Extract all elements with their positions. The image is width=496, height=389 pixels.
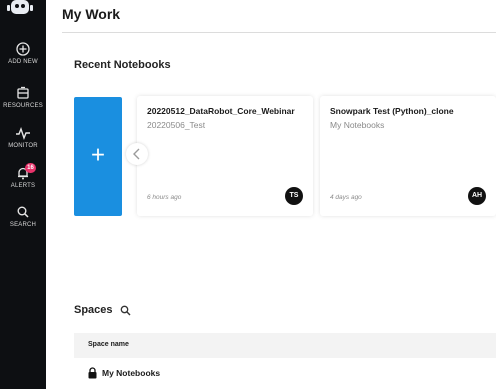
sidebar-item-label: ALERTS [10,183,36,189]
sidebar-item-label: ADD NEW [8,59,38,65]
alerts-count-badge: 16 [25,163,36,173]
table-row[interactable]: My Notebooks [74,362,496,387]
plus-circle-icon [16,42,30,56]
notebook-space: 20220506_Test [147,120,206,130]
resources-icon [17,86,29,99]
space-name: My Notebooks [102,368,161,378]
sidebar-item-label: SEARCH [9,222,37,228]
sidebar-item-add-new[interactable]: ADD NEW [0,42,46,65]
spaces-heading: Spaces [74,304,113,316]
divider [62,32,496,33]
notebook-card[interactable]: Snowpark Test (Python)_clone My Notebook… [320,96,496,216]
notebook-updated-time: 4 days ago [330,194,362,201]
notebook-updated-time: 6 hours ago [147,194,182,201]
sidebar-item-label: MONITOR [8,143,38,149]
search-icon [17,206,29,218]
pulse-icon [16,126,30,140]
sidebar-item-monitor[interactable]: MONITOR [0,126,46,149]
column-header-space-name[interactable]: Space name [88,341,129,348]
new-notebook-button[interactable]: + [74,97,122,216]
sidebar-item-alerts[interactable]: 16 ALERTS [0,163,46,189]
notebook-card[interactable]: 20220512_DataRobot_Core_Webinar 20220506… [137,96,313,216]
chevron-left-icon [133,148,140,160]
page-title: My Work [62,6,121,22]
search-icon[interactable] [120,305,131,316]
lock-icon [88,367,97,379]
plus-icon: + [90,141,106,169]
notebook-name: Snowpark Test (Python)_clone [330,106,454,116]
robot-logo-icon[interactable] [5,0,35,18]
table-header: Space name [74,333,496,358]
sidebar: ADD NEW RESOURCES MONITOR 16 ALERTS SEAR… [0,0,46,389]
avatar: AH [468,187,486,205]
avatar: TS [285,187,303,205]
sidebar-item-search[interactable]: SEARCH [0,205,46,228]
sidebar-item-label: RESOURCES [3,103,43,109]
notebook-name: 20220512_DataRobot_Core_Webinar [147,106,295,116]
sidebar-item-resources[interactable]: RESOURCES [0,86,46,109]
recent-notebooks-heading: Recent Notebooks [74,59,171,71]
carousel-prev-button[interactable] [126,143,148,165]
notebook-space: My Notebooks [330,120,385,130]
